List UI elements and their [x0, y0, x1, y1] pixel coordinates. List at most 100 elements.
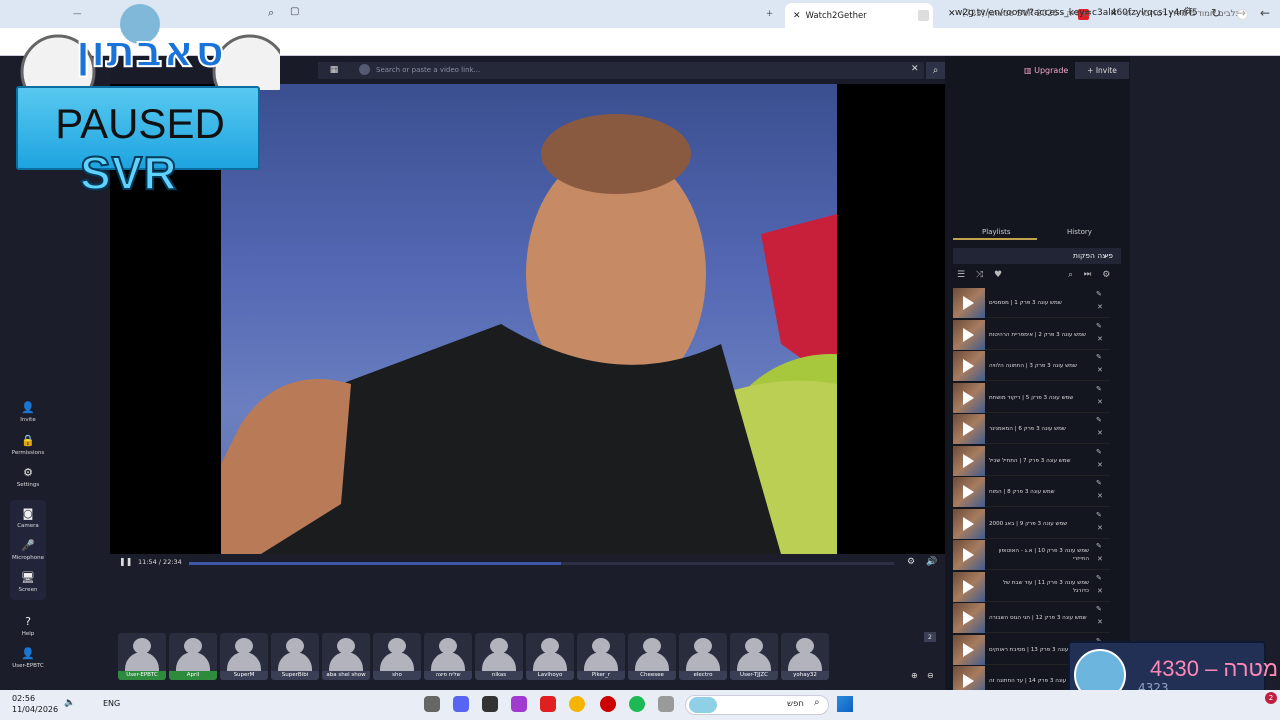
gear-icon[interactable]: ⚙ [1102, 270, 1110, 280]
playlist-item[interactable]: שמש עונה 3 פרק 5 | ריקוד מושחת ✎ ✕ [953, 382, 1110, 413]
clock[interactable]: 02:56 11/04/2026 [12, 693, 58, 715]
user-tile[interactable]: electro [679, 633, 727, 680]
windows-start-icon[interactable] [837, 696, 853, 712]
app-icon[interactable] [540, 696, 556, 712]
chrome-icon[interactable] [569, 696, 585, 712]
search-icon[interactable]: ⌕ [1068, 270, 1073, 280]
zoom-in-icon[interactable]: ⊕ [911, 671, 918, 680]
search-icon[interactable]: ⌕ [926, 62, 945, 79]
user-tile[interactable]: April [169, 633, 217, 680]
user-tile[interactable]: nikas [475, 633, 523, 680]
upgrade-button[interactable]: ▥ Upgrade [1024, 66, 1068, 75]
video-thumbnail[interactable] [953, 288, 985, 318]
user-tile[interactable]: SuperM [220, 633, 268, 680]
skip-icon[interactable]: ⏭ [1084, 270, 1092, 280]
camera-nav[interactable]: ◙ Camera [0, 508, 56, 530]
url-field[interactable]: w2g.tv/en/room/?access_key=c3al460fzylrq… [955, 8, 1198, 18]
close-icon[interactable]: ✕ [793, 11, 801, 21]
remove-icon[interactable]: ✕ [1097, 555, 1103, 563]
volume-icon[interactable]: 🔈 [64, 698, 75, 708]
user-tile[interactable]: User-EPBTC [118, 633, 166, 680]
video-thumbnail[interactable] [953, 382, 985, 413]
site-settings-icon[interactable]: ⚙ [1183, 6, 1192, 17]
remove-icon[interactable]: ✕ [1097, 587, 1103, 595]
edit-icon[interactable]: ✎ [1096, 322, 1102, 330]
remove-icon[interactable]: ✕ [1097, 492, 1103, 500]
playlist-item[interactable]: שמש עונה 3 פרק 3 | החתונה הלוויה ✎ ✕ [953, 351, 1110, 381]
edit-icon[interactable]: ✎ [1096, 353, 1102, 361]
video-thumbnail[interactable] [953, 319, 985, 350]
app-icon[interactable] [482, 696, 498, 712]
user-tile[interactable]: SuperBibi [271, 633, 319, 680]
back-icon[interactable]: ← [1260, 6, 1270, 20]
playlist-item[interactable]: שמש עונה 3 פרק 7 | התחיל שכיל ✎ ✕ [953, 445, 1110, 476]
forward-icon[interactable]: → [1236, 6, 1246, 20]
reload-icon[interactable]: ↻ [1211, 6, 1221, 20]
video-thumbnail[interactable] [953, 508, 985, 539]
remove-icon[interactable]: ✕ [1097, 366, 1103, 374]
playlist-item[interactable]: שמש עונה 3 פרק 11 | עוד שבת של כדורגל ✎ ✕ [953, 571, 1110, 602]
playlist-item[interactable]: שמש עונה 3 פרק 9 | באג 2000 ✎ ✕ [953, 508, 1110, 539]
user-tile[interactable]: yohay32 [781, 633, 829, 680]
remove-icon[interactable]: ✕ [1097, 398, 1103, 406]
user-tile[interactable]: sho [373, 633, 421, 680]
video-thumbnail[interactable] [953, 445, 985, 476]
zoom-out-icon[interactable]: ⊖ [927, 671, 934, 680]
user-tile[interactable]: Lavihoyo [526, 633, 574, 680]
volume-icon[interactable]: 🔊 [926, 557, 937, 567]
remove-icon[interactable]: ✕ [1097, 303, 1103, 311]
invite-nav[interactable]: 👤 Invite [0, 402, 56, 424]
permissions-nav[interactable]: 🔒 Permissions [0, 435, 56, 457]
edit-icon[interactable]: ✎ [1096, 605, 1102, 613]
new-tab-button[interactable]: + [758, 3, 778, 25]
playlist-item[interactable]: שמש עונה 3 פרק 2 | אימפריית הרהיטות ✎ ✕ [953, 319, 1110, 350]
playlist-select[interactable]: פיצה הפקות ⌄ [953, 248, 1121, 264]
user-tile[interactable]: Piker_r [577, 633, 625, 680]
app-icon[interactable] [511, 696, 527, 712]
clear-search-icon[interactable]: ✕ [911, 64, 919, 74]
heart-icon[interactable]: ♥ [994, 270, 1002, 280]
playlist-item[interactable]: שמש עונה 3 פרק 6 | המאמנינר ✎ ✕ [953, 414, 1110, 444]
install-app-icon[interactable]: ▢ [290, 6, 299, 17]
list-icon[interactable]: ☰ [957, 270, 965, 280]
spotify-icon[interactable] [629, 696, 645, 712]
edit-icon[interactable]: ✎ [1096, 448, 1102, 456]
player-settings-icon[interactable]: ⚙ [907, 557, 915, 567]
video-thumbnail[interactable] [953, 540, 985, 570]
video-thumbnail[interactable] [953, 634, 985, 665]
user-tile[interactable]: שליח פיצה [424, 633, 472, 680]
remove-icon[interactable]: ✕ [1097, 461, 1103, 469]
edit-icon[interactable]: ✎ [1096, 511, 1102, 519]
remove-icon[interactable]: ✕ [1097, 618, 1103, 626]
user-tile[interactable]: Cheesee [628, 633, 676, 680]
notification-badge[interactable]: 2 [1265, 692, 1277, 704]
video-thumbnail[interactable] [953, 477, 985, 507]
shuffle-icon[interactable]: ⤨ [976, 270, 983, 280]
tab-watch2gether[interactable]: ✕ Watch2Gether [785, 3, 933, 28]
user-tile[interactable]: User-TJJZC [730, 633, 778, 680]
edit-icon[interactable]: ✎ [1096, 542, 1102, 550]
file-explorer-icon[interactable] [658, 696, 674, 712]
edit-icon[interactable]: ✎ [1096, 479, 1102, 487]
invite-button[interactable]: + Invite [1075, 62, 1129, 79]
playlist-item[interactable]: שמש עונה 3 פרק 1 | מסמסים ✎ ✕ [953, 288, 1110, 318]
video-thumbnail[interactable] [953, 414, 985, 444]
edit-icon[interactable]: ✎ [1096, 290, 1102, 298]
remove-icon[interactable]: ✕ [1097, 429, 1103, 437]
playlist-item[interactable]: שמש עונה 3 פרק 10 | א.ג - האוטופון החייז… [953, 540, 1110, 570]
edit-icon[interactable]: ✎ [1096, 416, 1102, 424]
user-profile-nav[interactable]: 👤 User-EPBTC [0, 648, 56, 670]
video-thumbnail[interactable] [953, 603, 985, 633]
playlist-item[interactable]: שמש עונה 3 פרק 12 | חגי הגוס השבורה ✎ ✕ [953, 603, 1110, 633]
video-thumbnail[interactable] [953, 351, 985, 381]
pause-button[interactable]: ❚❚ [119, 557, 132, 566]
discord-icon[interactable] [453, 696, 469, 712]
apps-grid-icon[interactable]: ▦ [318, 62, 350, 79]
settings-nav[interactable]: ⚙ Settings [0, 467, 56, 489]
tab-history[interactable]: History [1067, 228, 1092, 236]
edit-icon[interactable]: ✎ [1096, 385, 1102, 393]
tab-playlists[interactable]: Playlists [982, 228, 1011, 236]
playlist-item[interactable]: שמש עונה 3 פרק 8 | המוח ✎ ✕ [953, 477, 1110, 507]
language-indicator[interactable]: ENG [103, 699, 120, 708]
screen-nav[interactable]: 🖥 Screen [0, 572, 56, 594]
